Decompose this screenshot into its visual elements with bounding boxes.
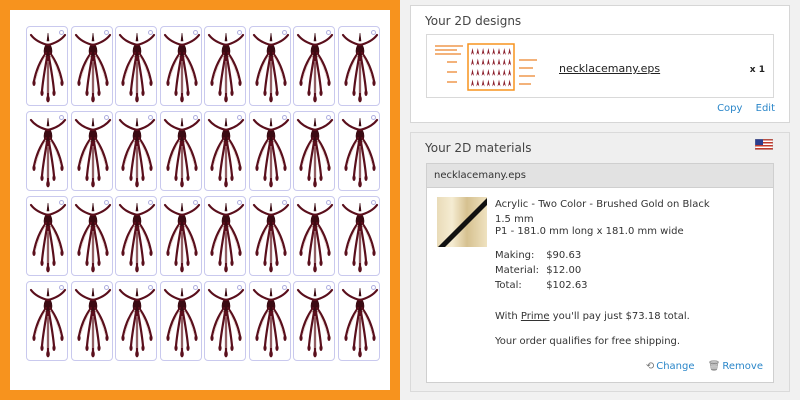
material-swatch: [437, 197, 487, 247]
material-item: necklacemany.eps Acrylic - Two Color - B…: [426, 163, 774, 383]
pendant-tile: [337, 26, 380, 106]
pendant-tile: [70, 196, 113, 276]
remove-link[interactable]: Remove: [722, 361, 763, 372]
pendant-tile: [159, 111, 202, 191]
design-preview: [0, 0, 400, 400]
material-actions: ⟲ Change 🗑 Remove: [646, 361, 763, 372]
pendant-tile: [337, 111, 380, 191]
price-material-row: Material: $12.00: [495, 265, 675, 276]
change-link[interactable]: Change: [656, 361, 694, 372]
design-thumbnail: [433, 39, 553, 95]
pendant-tile: [115, 111, 157, 191]
pendant-tile: [337, 196, 380, 276]
pendant-tile: [248, 111, 291, 191]
us-flag-icon[interactable]: [755, 139, 773, 150]
prime-suffix: you'll pay just $73.18 total.: [549, 311, 690, 322]
preview-canvas: [10, 10, 390, 390]
pendant-tile: [26, 26, 68, 106]
price-total-row: Total: $102.63: [495, 280, 675, 291]
pendant-tile: [337, 281, 380, 361]
design-row[interactable]: necklacemany.eps x 1: [426, 34, 774, 98]
change-icon[interactable]: ⟲: [646, 361, 654, 372]
pendant-tile: [293, 281, 335, 361]
pendant-tile: [248, 26, 291, 106]
pendant-tile: [26, 281, 68, 361]
pendant-tile: [293, 26, 335, 106]
prime-note: With Prime you'll pay just $73.18 total.: [495, 311, 690, 322]
designs-title: Your 2D designs: [425, 14, 522, 28]
pendant-tile: [159, 196, 202, 276]
design-quantity: x 1: [749, 65, 765, 75]
design-actions: Copy Edit: [707, 103, 775, 114]
pendant-tile: [159, 26, 202, 106]
designs-card: Your 2D designs necklacemany.eps x 1 Cop…: [410, 5, 790, 123]
pendant-tile: [115, 196, 157, 276]
tile-grid: [26, 26, 382, 366]
pendant-tile: [293, 196, 335, 276]
material-size: P1 - 181.0 mm long x 181.0 mm wide: [495, 226, 684, 237]
shipping-note: Your order qualifies for free shipping.: [495, 336, 681, 347]
pendant-tile: [70, 26, 113, 106]
pendant-tile: [115, 281, 157, 361]
price-making-row: Making: $90.63: [495, 250, 675, 261]
pendant-tile: [115, 26, 157, 106]
pendant-tile: [248, 281, 291, 361]
pendant-tile: [204, 281, 246, 361]
pendant-tile: [26, 111, 68, 191]
design-filename-link[interactable]: necklacemany.eps: [559, 62, 660, 75]
pendant-tile: [204, 111, 246, 191]
pendant-tile: [204, 196, 246, 276]
edit-link[interactable]: Edit: [756, 103, 775, 114]
trash-icon[interactable]: 🗑: [708, 361, 721, 372]
pendant-tile: [70, 111, 113, 191]
material-name: Acrylic - Two Color - Brushed Gold on Bl…: [495, 199, 710, 210]
right-panel: Your 2D designs necklacemany.eps x 1 Cop…: [400, 0, 800, 400]
pendant-tile: [70, 281, 113, 361]
material-item-filename: necklacemany.eps: [427, 164, 773, 188]
prime-prefix: With: [495, 311, 521, 322]
material-thickness: 1.5 mm: [495, 214, 534, 225]
materials-card: Your 2D materials necklacemany.eps Acryl…: [410, 132, 790, 392]
pendant-tile: [204, 26, 246, 106]
prime-link[interactable]: Prime: [521, 311, 550, 322]
materials-title: Your 2D materials: [411, 133, 789, 159]
material-label: Material:: [495, 265, 539, 276]
making-value: $90.63: [546, 250, 582, 261]
making-label: Making:: [495, 250, 535, 261]
total-label: Total:: [495, 280, 522, 291]
pendant-tile: [248, 196, 291, 276]
pendant-tile: [26, 196, 68, 276]
pendant-tile: [293, 111, 335, 191]
copy-link[interactable]: Copy: [717, 103, 742, 114]
total-value: $102.63: [546, 280, 588, 291]
pendant-tile: [159, 281, 202, 361]
material-value: $12.00: [546, 265, 582, 276]
